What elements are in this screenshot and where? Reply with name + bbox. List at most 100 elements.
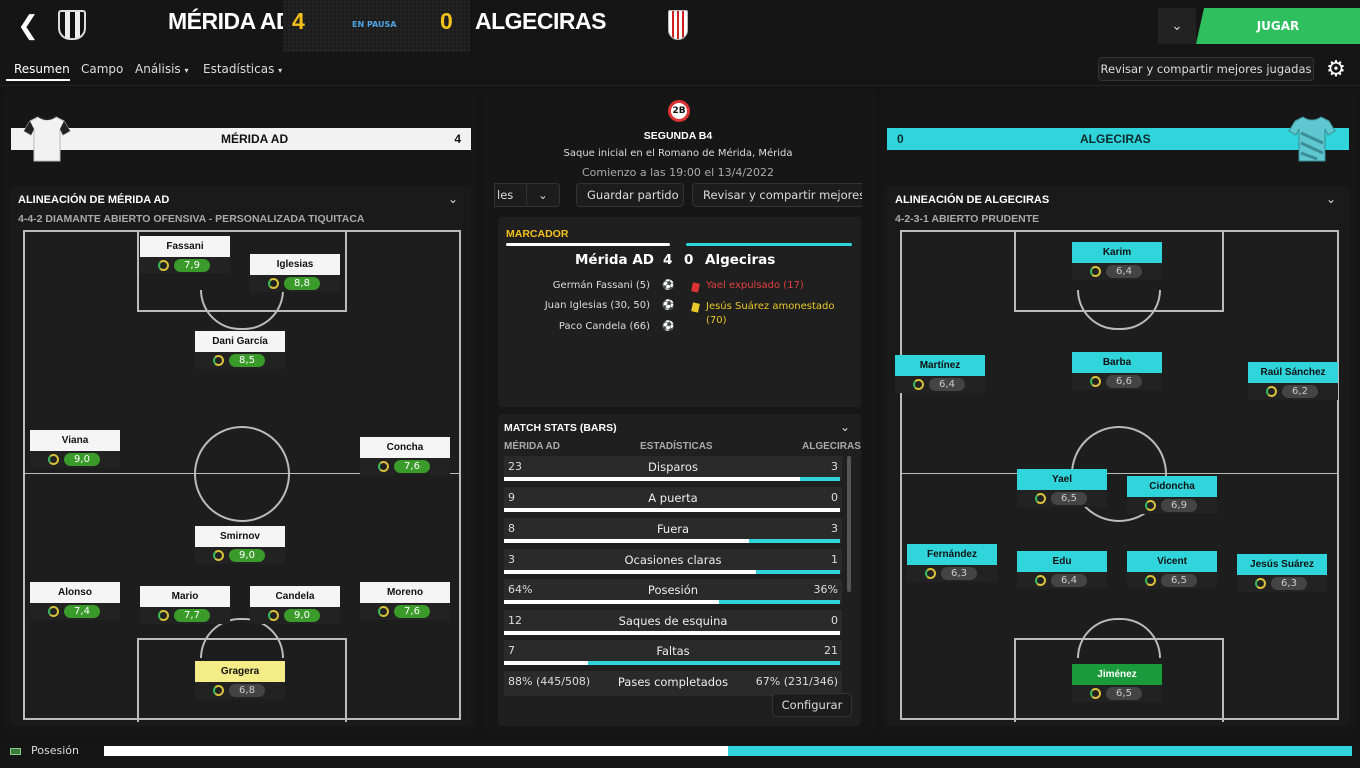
play-button[interactable]: JUGAR bbox=[1196, 8, 1360, 44]
player-card[interactable]: Jesús Suárez 6,3 bbox=[1237, 554, 1327, 592]
player-rating: 8,5 bbox=[229, 354, 265, 367]
player-card[interactable]: Fernández 6,3 bbox=[907, 544, 997, 582]
player-card[interactable]: Jiménez 6,5 bbox=[1072, 664, 1162, 702]
tab-campo[interactable]: Campo bbox=[81, 62, 123, 76]
rating-icon bbox=[913, 379, 924, 390]
player-rating: 7,6 bbox=[394, 605, 430, 618]
stat-label: Saques de esquina bbox=[618, 614, 728, 628]
card-event: Jesús Suárez amonestado (70) bbox=[706, 301, 835, 326]
tab-estadisticas[interactable]: Estadísticas ▾ bbox=[203, 62, 282, 76]
chevron-down-icon[interactable]: ⌄ bbox=[1158, 8, 1196, 44]
player-card[interactable]: Viana 9,0 bbox=[30, 430, 120, 468]
away-color-bar bbox=[686, 243, 852, 246]
stat-bar bbox=[504, 631, 840, 635]
tab-analisis[interactable]: Análisis ▾ bbox=[135, 62, 189, 76]
player-card[interactable]: Smirnov 9,0 bbox=[195, 526, 285, 564]
home-crest-icon bbox=[58, 10, 86, 40]
player-name: Edu bbox=[1017, 551, 1107, 572]
player-rating: 6,3 bbox=[941, 567, 977, 580]
kickoff-text: Comienzo a las 19:00 el 13/4/2022 bbox=[581, 166, 775, 179]
chevron-down-icon: ▾ bbox=[184, 66, 189, 75]
stat-bar-home bbox=[504, 631, 840, 635]
player-card[interactable]: Vicent 6,5 bbox=[1127, 551, 1217, 589]
review-highlights-button[interactable]: Revisar y compartir mejores jugadas bbox=[1098, 57, 1314, 81]
player-card[interactable]: Yael 6,5 bbox=[1017, 469, 1107, 507]
stat-home-value: 23 bbox=[508, 460, 522, 473]
chevron-down-icon[interactable]: ⌄ bbox=[448, 192, 458, 206]
player-card[interactable]: Barba 6,6 bbox=[1072, 352, 1162, 390]
save-match-button[interactable]: Guardar partido bbox=[576, 183, 684, 207]
rating-icon bbox=[268, 278, 279, 289]
home-strip-score: 4 bbox=[454, 132, 461, 146]
rating-icon bbox=[268, 610, 279, 621]
player-card[interactable]: Cidoncha 6,9 bbox=[1127, 476, 1217, 514]
card-event: Yael expulsado (17) bbox=[706, 280, 804, 291]
stat-bar bbox=[504, 477, 840, 481]
player-name: Smirnov bbox=[195, 526, 285, 547]
match-status: EN PAUSA bbox=[352, 20, 397, 29]
competition-name: SEGUNDA B4 bbox=[643, 130, 713, 142]
stat-bar bbox=[504, 570, 840, 574]
possession-away-fill bbox=[728, 746, 1352, 756]
player-card[interactable]: Fassani 7,9 bbox=[140, 236, 230, 274]
player-name: Jesús Suárez bbox=[1237, 554, 1327, 575]
player-rating: 6,6 bbox=[1106, 375, 1142, 388]
player-card[interactable]: Candela 9,0 bbox=[250, 586, 340, 624]
player-name: Iglesias bbox=[250, 254, 340, 275]
player-card[interactable]: Karim 6,4 bbox=[1072, 242, 1162, 280]
back-arrow-icon[interactable]: ❮ bbox=[14, 12, 42, 40]
player-card[interactable]: Gragera 6,8 bbox=[195, 661, 285, 699]
rating-icon bbox=[925, 568, 936, 579]
ball-icon: ⚽ bbox=[662, 280, 675, 291]
stat-bar-home bbox=[504, 661, 588, 665]
goal-event: Paco Candela (66) bbox=[558, 321, 650, 332]
rating-icon bbox=[213, 550, 224, 561]
chevron-down-icon[interactable]: ⌄ bbox=[1326, 192, 1336, 206]
scoreboard-away: Algeciras bbox=[705, 252, 776, 268]
configure-button[interactable]: Configurar bbox=[772, 693, 852, 717]
stat-home-value: 64% bbox=[508, 583, 533, 596]
away-strip-score: 0 bbox=[897, 132, 904, 146]
player-card[interactable]: Mario 7,7 bbox=[140, 586, 230, 624]
review-highlights-button[interactable]: Revisar y compartir mejores ju bbox=[692, 183, 862, 207]
player-name: Gragera bbox=[195, 661, 285, 682]
scoreboard-home: Mérida AD bbox=[574, 252, 654, 268]
rating-icon bbox=[213, 685, 224, 696]
player-card[interactable]: Iglesias 8,8 bbox=[250, 254, 340, 292]
stats-scrollbar[interactable] bbox=[847, 456, 851, 592]
player-rating: 6,2 bbox=[1282, 385, 1318, 398]
stat-bar bbox=[504, 508, 840, 512]
away-crest-icon bbox=[668, 10, 688, 40]
player-rating: 7,9 bbox=[174, 259, 210, 272]
player-card[interactable]: Martínez 6,4 bbox=[895, 355, 985, 393]
stat-label: Faltas bbox=[656, 644, 690, 658]
gear-icon[interactable]: ⚙ bbox=[1322, 56, 1350, 84]
rating-icon bbox=[158, 610, 169, 621]
away-team-strip: 0 ALGECIRAS bbox=[887, 128, 1349, 150]
tab-resumen[interactable]: Resumen bbox=[14, 62, 70, 76]
chevron-down-icon[interactable]: ⌄ bbox=[840, 420, 850, 434]
stat-away-value: 67% (231/346) bbox=[755, 675, 838, 688]
tab-estadisticas-label: Estadísticas bbox=[203, 62, 275, 76]
stats-home-header: MÉRIDA AD bbox=[504, 441, 560, 452]
player-rating: 6,4 bbox=[929, 378, 965, 391]
player-card[interactable]: Concha 7,6 bbox=[360, 437, 450, 475]
home-team-strip: MÉRIDA AD 4 bbox=[11, 128, 471, 150]
ball-icon: ⚽ bbox=[662, 321, 675, 332]
player-name: Karim bbox=[1072, 242, 1162, 263]
player-name: Fassani bbox=[140, 236, 230, 257]
home-color-bar bbox=[506, 243, 670, 246]
player-card[interactable]: Alonso 7,4 bbox=[30, 582, 120, 620]
player-card[interactable]: Moreno 7,6 bbox=[360, 582, 450, 620]
player-name: Viana bbox=[30, 430, 120, 451]
player-card[interactable]: Dani García 8,5 bbox=[195, 331, 285, 369]
player-rating: 6,8 bbox=[229, 684, 265, 697]
chevron-down-icon[interactable]: ⌄ bbox=[526, 183, 560, 207]
rating-icon bbox=[158, 260, 169, 271]
player-rating: 6,5 bbox=[1106, 687, 1142, 700]
player-rating: 7,4 bbox=[64, 605, 100, 618]
stats-mid-header: ESTADÍSTICAS bbox=[640, 441, 713, 452]
player-card[interactable]: Raúl Sánchez 6,2 bbox=[1248, 362, 1338, 400]
stat-home-value: 8 bbox=[508, 522, 515, 535]
player-card[interactable]: Edu 6,4 bbox=[1017, 551, 1107, 589]
